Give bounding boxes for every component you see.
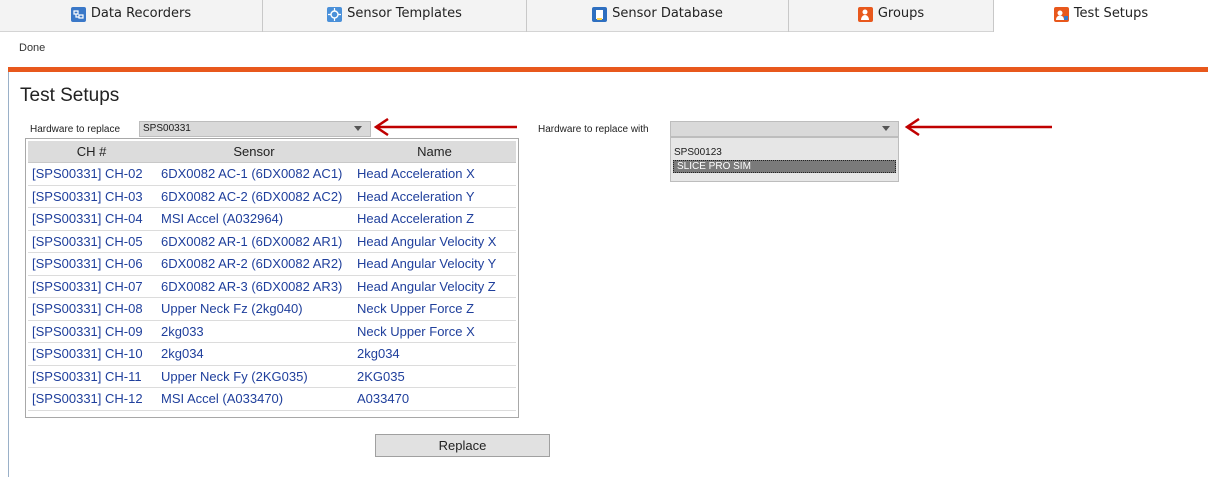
hardware-to-replace-with-combo[interactable] [670,121,899,137]
hardware-option[interactable]: SPS00123 [671,147,898,160]
cell-sensor: MSI Accel (A033470) [161,391,284,407]
cell-sensor: 6DX0082 AC-1 (6DX0082 AC1) [161,166,343,182]
cell-sensor: 2kg034 [161,346,204,362]
grid-body: [SPS00331] CH-02 6DX0082 AC-1 (6DX0082 AC… [28,163,516,411]
tab-sensor-templates[interactable]: Sensor Templates [263,0,527,32]
cell-name: Neck Upper Force X [357,323,475,339]
column-header-sensor[interactable]: Sensor [155,141,353,162]
cell-sensor: 6DX0082 AR-2 (6DX0082 AR2) [161,256,343,272]
cell-ch: [SPS00331] CH-07 [32,278,143,294]
cell-ch: [SPS00331] CH-02 [32,166,143,182]
tab-bar: Data Recorders Sensor Templates Sensor D… [0,0,1208,32]
done-button[interactable]: Done [19,42,45,54]
cell-sensor: MSI Accel (A032964) [161,211,284,227]
cell-sensor: Upper Neck Fz (2kg040) [161,301,303,317]
column-header-name[interactable]: Name [353,141,516,162]
cell-ch: [SPS00331] CH-09 [32,323,143,339]
table-row[interactable]: [SPS00331] CH-04 MSI Accel (A032964) Head … [28,208,516,231]
sensor-template-icon [327,7,343,22]
table-row[interactable]: [SPS00331] CH-02 6DX0082 AC-1 (6DX0082 AC… [28,163,516,186]
hardware-to-replace-value: SPS00331 [143,123,191,134]
cell-sensor: 6DX0082 AR-1 (6DX0082 AR1) [161,233,343,249]
column-header-ch[interactable]: CH # [28,141,155,162]
channel-grid: CH # Sensor Name [SPS00331] CH-02 6DX0082… [25,138,519,418]
cell-name: Head Angular Velocity Y [357,256,497,272]
cell-sensor: 2kg033 [161,323,204,339]
cell-name: Neck Upper Force Z [357,301,475,317]
tab-sensor-database[interactable]: Sensor Database [527,0,789,32]
chevron-down-icon[interactable] [882,126,890,131]
chevron-down-icon[interactable] [354,126,362,131]
cell-name: Head Acceleration Z [357,211,475,227]
annotation-arrow-icon [373,118,517,136]
table-row[interactable]: [SPS00331] CH-03 6DX0082 AC-2 (6DX0082 AC… [28,186,516,208]
hardware-option-selected[interactable]: SLICE PRO SIM [673,160,896,173]
cell-ch: [SPS00331] CH-11 [32,368,142,384]
hardware-to-replace-combo[interactable]: SPS00331 [139,121,371,137]
table-row[interactable]: [SPS00331] CH-07 6DX0082 AR-3 (6DX0082 AR… [28,276,516,298]
tab-label: Sensor Database [612,6,723,21]
page-title: Test Setups [20,85,120,106]
table-row[interactable]: [SPS00331] CH-05 6DX0082 AR-1 (6DX0082 AR… [28,231,516,253]
hardware-to-replace-label: Hardware to replace [30,124,121,135]
cell-name: 2kg034 [357,346,400,362]
cell-ch: [SPS00331] CH-10 [32,346,143,362]
cell-ch: [SPS00331] CH-08 [32,301,143,317]
table-row[interactable]: [SPS00331] CH-08 Upper Neck Fz (2kg040) Ne… [28,298,516,321]
tab-label: Sensor Templates [347,6,462,21]
table-row[interactable]: [SPS00331] CH-06 6DX0082 AR-2 (6DX0082 AR… [28,253,516,276]
hardware-options-list: SPS00123 SLICE PRO SIM [670,137,899,182]
replace-button[interactable]: Replace [375,434,550,457]
cell-ch: [SPS00331] CH-03 [32,188,143,204]
table-row[interactable]: [SPS00331] CH-12 MSI Accel (A033470) A0334… [28,388,516,411]
cell-sensor: 6DX0082 AR-3 (6DX0082 AR3) [161,278,343,294]
table-row[interactable]: [SPS00331] CH-09 2kg033 Neck Upper Force X [28,321,516,343]
cell-name: Head Acceleration X [357,166,475,182]
accent-divider [8,67,1208,72]
sensor-database-icon [592,7,608,22]
cell-ch: [SPS00331] CH-05 [32,233,143,249]
groups-icon [857,7,873,22]
cell-ch: [SPS00331] CH-12 [32,391,143,407]
cell-ch: [SPS00331] CH-06 [32,256,143,272]
cell-name: Head Angular Velocity X [357,233,497,249]
content-border [8,72,9,477]
cell-name: A033470 [357,391,410,407]
hardware-to-replace-with-label: Hardware to replace with [538,124,649,135]
tab-label: Data Recorders [90,6,192,21]
grid-header: CH # Sensor Name [28,141,516,163]
annotation-arrow-icon [904,118,1052,136]
tab-groups[interactable]: Groups [789,0,994,32]
test-setups-icon [1053,7,1069,22]
cell-sensor: 6DX0082 AC-2 (6DX0082 AC2) [161,188,343,204]
cell-name: Head Acceleration Y [357,188,475,204]
cell-name: 2KG035 [357,368,405,384]
tab-label: Test Setups [1073,6,1149,21]
tab-test-setups[interactable]: Test Setups [994,0,1208,32]
cell-sensor: Upper Neck Fy (2KG035) [161,368,308,384]
data-recorder-icon [70,7,86,22]
cell-name: Head Angular Velocity Z [357,278,496,294]
table-row[interactable]: [SPS00331] CH-11 Upper Neck Fy (2KG035) 2K… [28,366,516,388]
table-row[interactable]: [SPS00331] CH-10 2kg034 2kg034 [28,343,516,366]
cell-ch: [SPS00331] CH-04 [32,211,143,227]
tab-label: Groups [877,6,925,21]
tab-data-recorders[interactable]: Data Recorders [0,0,263,32]
